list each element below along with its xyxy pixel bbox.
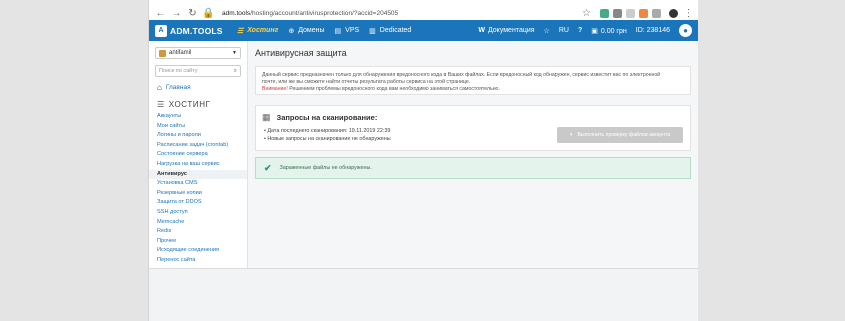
backdrop-right bbox=[697, 0, 845, 321]
warning-text: Решением проблемы вредоносного кода вам … bbox=[287, 86, 500, 92]
backdrop-left bbox=[0, 0, 148, 321]
notice-text: Данный сервис предназначен только для об… bbox=[262, 72, 661, 78]
scan-title: ▦ Запросы на сканирование: bbox=[262, 112, 377, 123]
scan-title-text: Запросы на сканирование: bbox=[276, 113, 378, 122]
scan-result-alert: ✔ Зараженные файлы не обнаружены. bbox=[255, 157, 691, 179]
extension-icon[interactable] bbox=[613, 8, 622, 18]
favorites-icon[interactable]: ☆ bbox=[544, 27, 550, 35]
server-icon: ☰ bbox=[157, 100, 165, 109]
scan-panel: ▦ Запросы на сканирование: • Дата послед… bbox=[255, 105, 691, 151]
header-right: W Документация ☆ RU ? ▣ 0.00 грн ID: 23814… bbox=[469, 24, 698, 37]
browser-window: ← → ↻ 🔒 adm.tools/hosting/account/antivi… bbox=[148, 0, 698, 321]
list-item: • Дата последнего сканирования: 19.11.20… bbox=[264, 128, 391, 134]
extension-icon[interactable] bbox=[639, 8, 648, 18]
sidebar-menu-item[interactable]: Прочее bbox=[149, 237, 247, 247]
page-title: Антивирусная защита bbox=[255, 48, 347, 58]
info-notice: Данный сервис предназначен только для об… bbox=[255, 66, 691, 95]
sidebar-menu-item[interactable]: Состояние сервера bbox=[149, 150, 247, 160]
back-icon[interactable]: ← bbox=[154, 7, 167, 20]
logo-text: ADM.TOOLS bbox=[170, 25, 223, 36]
logo-icon: A bbox=[155, 24, 167, 37]
site-header: A ADM.TOOLS ☰ Хостинг ⊕ Домены ▤ VPS ▥ D… bbox=[149, 20, 698, 41]
vps-icon: ▤ bbox=[334, 27, 342, 35]
nav-domains-label: Домены bbox=[298, 27, 325, 34]
sidebar-section-label: ХОСТИНГ bbox=[168, 100, 211, 109]
server-icon: ☰ bbox=[237, 27, 244, 35]
scan-list: • Дата последнего сканирования: 19.11.20… bbox=[264, 127, 391, 143]
nav-domains[interactable]: ⊕ Домены bbox=[288, 27, 324, 35]
search-placeholder: Поиск по сайту bbox=[159, 68, 198, 74]
notice-warning: Внимание! Решением проблемы вредоносного… bbox=[262, 86, 684, 93]
docs-link[interactable]: W Документация bbox=[478, 27, 534, 34]
account-select[interactable]: antifamil ▼ bbox=[155, 47, 241, 59]
nav-dedicated[interactable]: ▥ Dedicated bbox=[369, 27, 411, 35]
account-id: ID: 238146 bbox=[635, 27, 670, 34]
sidebar-menu-item[interactable]: Исходящие соединения bbox=[149, 246, 247, 256]
nav-dedicated-label: Dedicated bbox=[379, 27, 412, 34]
search-icon[interactable]: ⌕ bbox=[234, 68, 237, 75]
sidebar-search-input[interactable]: Поиск по сайту ⌕ bbox=[155, 65, 241, 77]
star-icon[interactable]: ☆ bbox=[580, 7, 593, 20]
sidebar-item-label: Главная bbox=[165, 84, 191, 91]
nav-vps[interactable]: ▤ VPS bbox=[335, 27, 360, 35]
logo[interactable]: A ADM.TOOLS bbox=[155, 24, 227, 37]
extension-icon[interactable] bbox=[600, 8, 609, 18]
nav-hosting[interactable]: ☰ Хостинг bbox=[237, 27, 278, 35]
profile-icon[interactable] bbox=[669, 8, 678, 18]
extension-icon[interactable] bbox=[626, 8, 635, 18]
sidebar-menu-item[interactable]: Memcache bbox=[149, 218, 247, 228]
screen-background: ← → ↻ 🔒 adm.tools/hosting/account/antivi… bbox=[0, 0, 845, 321]
nav-vps-label: VPS bbox=[345, 27, 360, 34]
address-bar[interactable]: adm.tools/hosting/account/antivirusprote… bbox=[222, 10, 580, 17]
warning-label: Внимание! bbox=[262, 86, 288, 92]
sidebar: antifamil ▼ Поиск по сайту ⌕ ⌂ Главная ☰… bbox=[149, 41, 248, 268]
reload-icon[interactable]: ↻ bbox=[186, 7, 199, 20]
sidebar-menu-item[interactable]: Redis bbox=[149, 227, 247, 237]
notice-text: почте, или же вы сможете найти отчеты ре… bbox=[262, 79, 471, 85]
sidebar-menu-item[interactable]: Аккаунты bbox=[149, 112, 247, 122]
home-icon: ⌂ bbox=[157, 83, 162, 92]
sidebar-menu-item[interactable]: Установка CMS bbox=[149, 179, 247, 189]
list-item: • Новые запросы на сканирование не обнар… bbox=[264, 136, 391, 142]
account-select-value: antifamil bbox=[169, 50, 192, 56]
extension-icon[interactable] bbox=[652, 8, 661, 18]
sidebar-menu-item[interactable]: Нагрузка на ваш сервис bbox=[149, 160, 247, 170]
chevron-down-icon: ▼ bbox=[232, 50, 237, 56]
scan-result-text: Зараженные файлы не обнаружены. bbox=[279, 165, 372, 171]
sidebar-menu-item[interactable]: Защита от DDOS bbox=[149, 198, 247, 208]
sidebar-menu-item[interactable]: Расписание задач (crontab) bbox=[149, 141, 247, 151]
sidebar-section-hosting: ☰ ХОСТИНГ bbox=[157, 100, 247, 109]
sidebar-item-home[interactable]: ⌂ Главная bbox=[157, 83, 247, 92]
sidebar-menu-item[interactable]: Антивирус bbox=[149, 169, 247, 180]
run-scan-button-label: Выполнить проверку файлов аккаунта bbox=[577, 132, 671, 138]
sidebar-menu-item[interactable]: Перенос сайта bbox=[149, 256, 247, 266]
sidebar-menu-item[interactable]: SSH доступ bbox=[149, 208, 247, 218]
sidebar-menu: Аккаунты Мои сайты Логины и пароли Расписан… bbox=[149, 112, 247, 266]
wallet-icon: ▣ bbox=[591, 27, 598, 35]
help-icon[interactable]: ? bbox=[578, 27, 582, 34]
user-icon[interactable]: ● bbox=[679, 24, 692, 37]
lock-icon: 🔒 bbox=[202, 7, 215, 19]
balance[interactable]: ▣ 0.00 грн bbox=[591, 27, 627, 35]
run-scan-button[interactable]: ◐ Выполнить проверку файлов аккаунта bbox=[557, 127, 683, 143]
sidebar-menu-item[interactable]: Мои сайты bbox=[149, 122, 247, 132]
calendar-icon: ▦ bbox=[262, 112, 271, 122]
forward-icon[interactable]: → bbox=[170, 7, 183, 20]
dedicated-icon: ▥ bbox=[369, 27, 376, 35]
check-icon: ✔ bbox=[264, 162, 272, 173]
spinner-icon: ◐ bbox=[569, 132, 574, 138]
language-switch[interactable]: RU bbox=[559, 27, 569, 34]
page-footer-area bbox=[149, 268, 698, 321]
sidebar-menu-item[interactable]: Резервные копии bbox=[149, 189, 247, 199]
menu-icon[interactable]: ⋮ bbox=[682, 7, 695, 20]
nav-hosting-label: Хостинг bbox=[247, 27, 279, 34]
globe-icon: ⊕ bbox=[288, 27, 295, 35]
main-content: Антивирусная защита Данный сервис предна… bbox=[248, 41, 698, 268]
sidebar-menu-item[interactable]: Логины и пароли bbox=[149, 131, 247, 141]
account-icon bbox=[159, 49, 166, 57]
